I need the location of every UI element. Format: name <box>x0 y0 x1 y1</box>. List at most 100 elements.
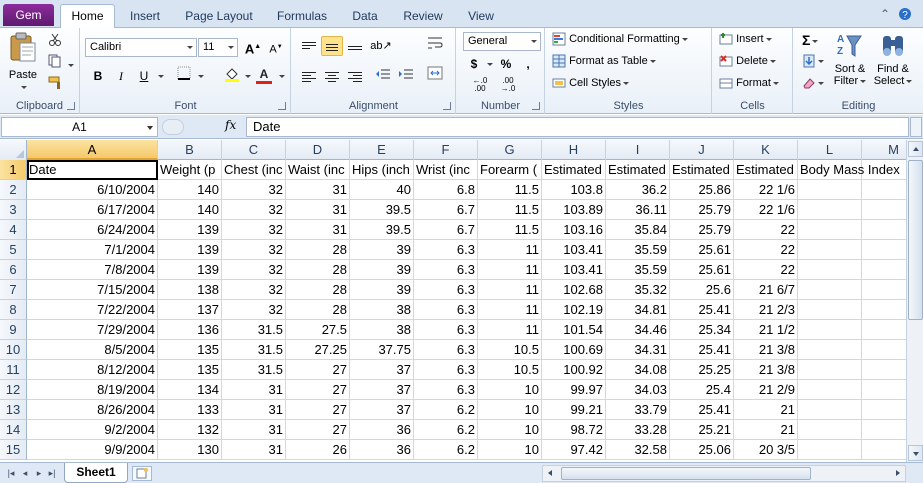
cell-a7[interactable]: 7/15/2004 <box>27 280 158 300</box>
cell-b14[interactable]: 132 <box>158 420 222 440</box>
cell-i3[interactable]: 36.11 <box>606 200 670 220</box>
cell-j11[interactable]: 25.25 <box>670 360 734 380</box>
cell-g1[interactable]: Forearm ( <box>478 160 542 180</box>
sort-filter-button[interactable]: AZ Sort & Filter <box>830 32 870 87</box>
cell-e13[interactable]: 37 <box>350 400 414 420</box>
cell-h13[interactable]: 99.21 <box>542 400 606 420</box>
cell-i8[interactable]: 34.81 <box>606 300 670 320</box>
scroll-left-icon[interactable] <box>548 470 552 476</box>
tab-page-layout[interactable]: Page Layout <box>180 6 258 28</box>
column-header-h[interactable]: H <box>542 140 606 160</box>
cell-a8[interactable]: 7/22/2004 <box>27 300 158 320</box>
find-select-button[interactable]: Find & Select <box>872 32 914 87</box>
cell-j8[interactable]: 25.41 <box>670 300 734 320</box>
wrap-text-button[interactable] <box>424 36 446 56</box>
alignment-dialog-launcher-icon[interactable] <box>443 102 451 110</box>
cell-h10[interactable]: 100.69 <box>542 340 606 360</box>
cell-g5[interactable]: 11 <box>478 240 542 260</box>
cell-h15[interactable]: 97.42 <box>542 440 606 460</box>
row-header[interactable]: 9 <box>0 320 27 340</box>
cell-h4[interactable]: 103.16 <box>542 220 606 240</box>
cell-m5[interactable] <box>862 240 906 260</box>
increase-indent-button[interactable] <box>395 66 417 86</box>
name-box[interactable]: A1 <box>1 117 158 137</box>
cell-k6[interactable]: 22 <box>734 260 798 280</box>
percent-button[interactable]: % <box>495 54 517 74</box>
cell-f8[interactable]: 6.3 <box>414 300 478 320</box>
cell-d5[interactable]: 28 <box>286 240 350 260</box>
cell-m7[interactable] <box>862 280 906 300</box>
increase-decimal-button[interactable]: ←.0 .00 <box>469 75 491 95</box>
cell-a10[interactable]: 8/5/2004 <box>27 340 158 360</box>
cell-c4[interactable]: 32 <box>222 220 286 240</box>
tab-formulas[interactable]: Formulas <box>270 6 334 28</box>
cell-j15[interactable]: 25.06 <box>670 440 734 460</box>
cell-i10[interactable]: 34.31 <box>606 340 670 360</box>
cell-a11[interactable]: 8/12/2004 <box>27 360 158 380</box>
grow-font-button[interactable]: A▲ <box>242 37 264 57</box>
cell-m8[interactable] <box>862 300 906 320</box>
cell-g12[interactable]: 10 <box>478 380 542 400</box>
paste-dropdown-icon[interactable] <box>21 85 27 89</box>
cell-m13[interactable] <box>862 400 906 420</box>
cell-f5[interactable]: 6.3 <box>414 240 478 260</box>
cell-m6[interactable] <box>862 260 906 280</box>
cell-e2[interactable]: 40 <box>350 180 414 200</box>
cell-k5[interactable]: 22 <box>734 240 798 260</box>
cell-l8[interactable] <box>798 300 862 320</box>
cell-d10[interactable]: 27.25 <box>286 340 350 360</box>
cell-k14[interactable]: 21 <box>734 420 798 440</box>
cell-f10[interactable]: 6.3 <box>414 340 478 360</box>
cell-g6[interactable]: 11 <box>478 260 542 280</box>
cell-a9[interactable]: 7/29/2004 <box>27 320 158 340</box>
cell-h7[interactable]: 102.68 <box>542 280 606 300</box>
cell-d6[interactable]: 28 <box>286 260 350 280</box>
cell-k10[interactable]: 21 3/8 <box>734 340 798 360</box>
formula-input[interactable]: Date <box>246 117 909 137</box>
underline-button[interactable]: U <box>133 66 155 86</box>
column-header-f[interactable]: F <box>414 140 478 160</box>
cell-e15[interactable]: 36 <box>350 440 414 460</box>
cell-h3[interactable]: 103.89 <box>542 200 606 220</box>
cell-g4[interactable]: 11.5 <box>478 220 542 240</box>
cell-d8[interactable]: 28 <box>286 300 350 320</box>
name-box-dropdown-icon[interactable] <box>147 126 153 130</box>
font-dialog-launcher-icon[interactable] <box>278 102 286 110</box>
cell-f1[interactable]: Wrist (inc <box>414 160 478 180</box>
cell-styles-button[interactable]: Cell Styles <box>552 76 630 90</box>
cell-l9[interactable] <box>798 320 862 340</box>
cell-g11[interactable]: 10.5 <box>478 360 542 380</box>
scroll-up-button[interactable] <box>908 141 923 157</box>
cell-c2[interactable]: 32 <box>222 180 286 200</box>
vertical-scroll-thumb[interactable] <box>908 160 923 320</box>
autosum-button[interactable]: Σ <box>802 32 819 48</box>
worksheet-grid[interactable]: ABCDEFGHIJKLM 1 Date Weight (p Chest (inc Wa… <box>0 140 906 462</box>
fill-color-dropdown-icon[interactable] <box>245 75 251 78</box>
italic-button[interactable]: I <box>110 66 132 86</box>
cell-e9[interactable]: 38 <box>350 320 414 340</box>
cell-l10[interactable] <box>798 340 862 360</box>
cell-c3[interactable]: 32 <box>222 200 286 220</box>
cell-l1[interactable]: Body Mass Index <box>798 160 900 180</box>
paste-button[interactable]: Paste <box>6 32 40 93</box>
cell-a2[interactable]: 6/10/2004 <box>27 180 158 200</box>
insert-function-button[interactable]: fx <box>225 118 236 132</box>
tab-file[interactable]: Gem <box>3 4 54 26</box>
cell-a13[interactable]: 8/26/2004 <box>27 400 158 420</box>
align-top-button[interactable] <box>298 36 320 56</box>
cell-i15[interactable]: 32.58 <box>606 440 670 460</box>
borders-button[interactable] <box>173 66 195 86</box>
cell-f11[interactable]: 6.3 <box>414 360 478 380</box>
number-format-combo[interactable]: General <box>463 32 541 51</box>
font-color-button[interactable]: A <box>253 64 275 84</box>
cell-j10[interactable]: 25.41 <box>670 340 734 360</box>
cell-a4[interactable]: 6/24/2004 <box>27 220 158 240</box>
cell-h1[interactable]: Estimated <box>542 160 606 180</box>
tab-view[interactable]: View <box>460 6 502 28</box>
cell-c1[interactable]: Chest (inc <box>222 160 286 180</box>
scroll-down-button[interactable] <box>908 445 923 461</box>
cell-f4[interactable]: 6.7 <box>414 220 478 240</box>
font-name-combo[interactable]: Calibri <box>85 38 197 57</box>
cell-c11[interactable]: 31.5 <box>222 360 286 380</box>
cell-b2[interactable]: 140 <box>158 180 222 200</box>
